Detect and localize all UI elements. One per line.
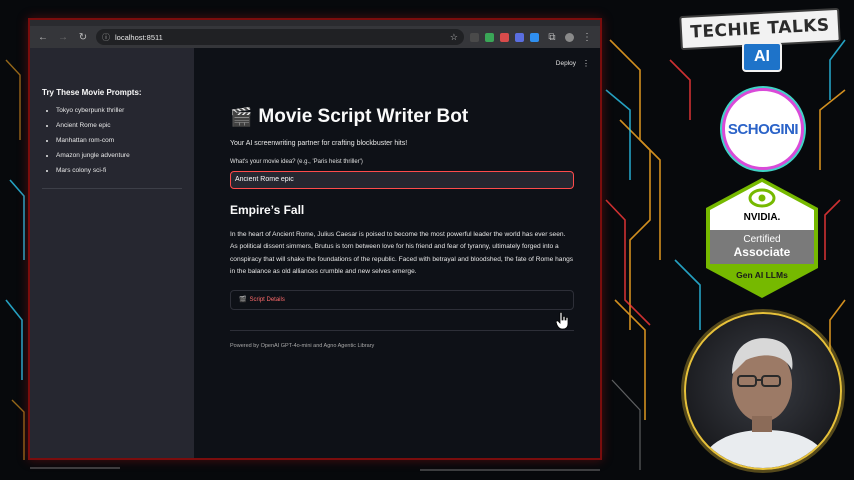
streamlit-app: Try These Movie Prompts: Tokyo cyberpunk… bbox=[30, 48, 600, 458]
schogini-logo: SCHOGINI bbox=[722, 88, 804, 170]
nvidia-certification-badge: NVIDIA. Certified Associate Gen AI LLMs bbox=[706, 178, 818, 298]
badge-vendor: NVIDIA. bbox=[744, 212, 781, 223]
back-arrow-icon[interactable]: ← bbox=[36, 30, 50, 44]
sidebar: Try These Movie Prompts: Tokyo cyberpunk… bbox=[30, 48, 194, 458]
browser-toolbar: ← → ↻ ⓘ localhost:8511 ☆ ⧉ ⋮ bbox=[30, 26, 600, 48]
list-item: Manhattan rom-com bbox=[56, 137, 182, 144]
story-text: In the heart of Ancient Rome, Julius Cae… bbox=[230, 230, 574, 276]
presenter-silhouette bbox=[697, 338, 833, 468]
profile-icon[interactable] bbox=[565, 32, 574, 42]
badge-level: Associate bbox=[734, 245, 791, 259]
extension-icon[interactable] bbox=[500, 32, 509, 42]
extension-icon[interactable] bbox=[485, 32, 494, 42]
page-title: 🎬 Movie Script Writer Bot bbox=[230, 106, 574, 128]
divider bbox=[42, 188, 182, 189]
clapperboard-icon: 🎬 bbox=[230, 106, 253, 127]
divider bbox=[230, 329, 574, 331]
badge-track: Gen AI LLMs bbox=[736, 270, 788, 280]
movie-idea-input[interactable] bbox=[230, 170, 574, 189]
extension-icon[interactable] bbox=[470, 32, 479, 42]
browser-menu-icon[interactable]: ⋮ bbox=[580, 30, 594, 44]
story-title: Empire’s Fall bbox=[230, 202, 305, 217]
extension-icon[interactable] bbox=[515, 32, 524, 42]
content-column: 🎬 Movie Script Writer Bot Your AI screen… bbox=[230, 106, 574, 349]
extension-icon[interactable] bbox=[530, 32, 539, 42]
clapperboard-icon: 🎬 bbox=[239, 297, 247, 303]
movie-idea-label: What's your movie idea? (e.g., 'Paris he… bbox=[230, 159, 363, 165]
subtitle: Your AI screenwriting partner for crafti… bbox=[230, 140, 408, 147]
channel-tag-badge: AI bbox=[742, 42, 782, 72]
script-details-expander[interactable]: 🎬 Script Details bbox=[230, 289, 574, 310]
extensions-puzzle-icon[interactable]: ⧉ bbox=[545, 30, 559, 44]
reload-icon[interactable]: ↻ bbox=[76, 30, 90, 44]
list-item: Mars colony sci-fi bbox=[56, 167, 182, 174]
list-item: Amazon jungle adventure bbox=[56, 152, 182, 159]
sidebar-heading: Try These Movie Prompts: bbox=[42, 88, 142, 97]
prompt-list: Tokyo cyberpunk thriller Ancient Rome ep… bbox=[42, 107, 182, 174]
video-frame: ← → ↻ ⓘ localhost:8511 ☆ ⧉ ⋮ Try These M… bbox=[0, 0, 854, 480]
expander-label: Script Details bbox=[249, 296, 285, 303]
bookmark-star-icon[interactable]: ☆ bbox=[450, 32, 458, 43]
hand-cursor-icon bbox=[556, 312, 569, 330]
deploy-button[interactable]: Deploy bbox=[556, 60, 576, 67]
site-info-icon[interactable]: ⓘ bbox=[102, 32, 110, 43]
app-menu-icon[interactable]: ⋮ bbox=[582, 59, 590, 68]
page-title-text: Movie Script Writer Bot bbox=[258, 106, 469, 127]
presenter-avatar bbox=[684, 312, 842, 470]
footer-text: Powered by OpenAI GPT-4o-mini and Agno A… bbox=[230, 342, 375, 349]
list-item: Tokyo cyberpunk thriller bbox=[56, 107, 182, 114]
forward-arrow-icon[interactable]: → bbox=[56, 30, 70, 44]
address-bar[interactable]: ⓘ localhost:8511 ☆ bbox=[96, 29, 464, 45]
main-content: Deploy ⋮ 🎬 Movie Script Writer Bot Your … bbox=[194, 48, 600, 458]
badge-certified: Certified bbox=[743, 234, 780, 245]
url-text: localhost:8511 bbox=[115, 32, 163, 42]
browser-window: ← → ↻ ⓘ localhost:8511 ☆ ⧉ ⋮ Try These M… bbox=[28, 18, 602, 460]
list-item: Ancient Rome epic bbox=[56, 122, 182, 129]
